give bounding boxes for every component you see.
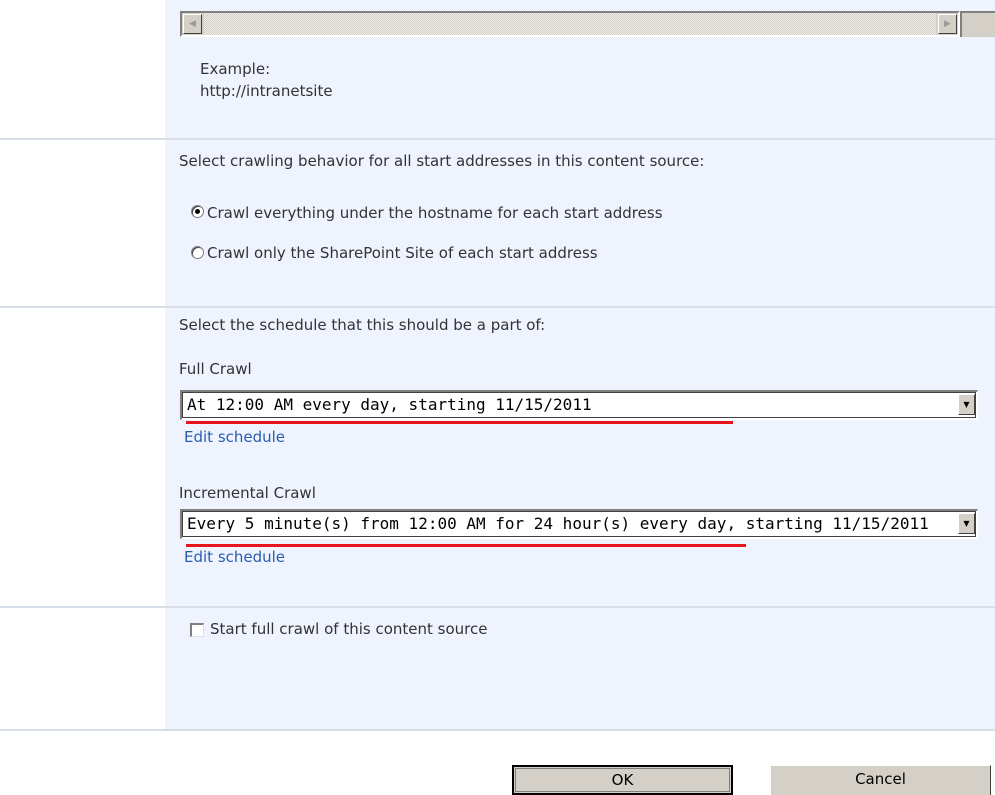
- start-addresses-horizontal-scrollbar[interactable]: ◀ ▶: [180, 11, 960, 37]
- dropdown-arrow-icon[interactable]: ▼: [958, 513, 975, 534]
- dropdown-arrow-icon[interactable]: ▼: [958, 394, 975, 415]
- full-crawl-edit-schedule-link[interactable]: Edit schedule: [184, 428, 285, 446]
- incremental-crawl-highlight-underline: [186, 544, 746, 547]
- scroll-left-button[interactable]: ◀: [183, 14, 202, 34]
- arrow-right-icon: ▶: [944, 18, 951, 29]
- ok-button[interactable]: OK: [512, 765, 733, 795]
- incremental-crawl-schedule-value: Every 5 minute(s) from 12:00 AM for 24 h…: [187, 514, 929, 533]
- crawl-sharepoint-site-radio[interactable]: [191, 246, 204, 259]
- incremental-crawl-edit-schedule-link[interactable]: Edit schedule: [184, 548, 285, 566]
- full-crawl-schedule-select[interactable]: At 12:00 AM every day, starting 11/15/20…: [180, 390, 978, 420]
- example-label: Example:: [200, 60, 271, 78]
- cancel-button[interactable]: Cancel: [770, 765, 991, 795]
- start-full-crawl-label[interactable]: Start full crawl of this content source: [210, 620, 488, 638]
- crawl-everything-label[interactable]: Crawl everything under the hostname for …: [207, 204, 663, 222]
- example-url: http://intranetsite: [200, 82, 333, 100]
- scroll-right-button[interactable]: ▶: [938, 14, 957, 34]
- start-full-crawl-checkbox[interactable]: [190, 623, 204, 637]
- arrow-left-icon: ◀: [189, 18, 196, 29]
- crawl-everything-radio[interactable]: [191, 205, 204, 218]
- incremental-crawl-label: Incremental Crawl: [179, 484, 316, 502]
- incremental-crawl-schedule-select[interactable]: Every 5 minute(s) from 12:00 AM for 24 h…: [180, 509, 978, 539]
- divider: [0, 729, 995, 731]
- schedule-panel: [165, 308, 995, 606]
- schedule-prompt: Select the schedule that this should be …: [179, 316, 546, 334]
- crawl-sharepoint-site-label[interactable]: Crawl only the SharePoint Site of each s…: [207, 244, 598, 262]
- full-crawl-label: Full Crawl: [179, 360, 252, 378]
- full-crawl-highlight-underline: [186, 421, 733, 424]
- crawl-behavior-prompt: Select crawling behavior for all start a…: [179, 152, 705, 170]
- scrollbar-track[interactable]: [204, 13, 936, 35]
- scrollbar-corner: [960, 11, 995, 37]
- full-crawl-schedule-value: At 12:00 AM every day, starting 11/15/20…: [187, 395, 592, 414]
